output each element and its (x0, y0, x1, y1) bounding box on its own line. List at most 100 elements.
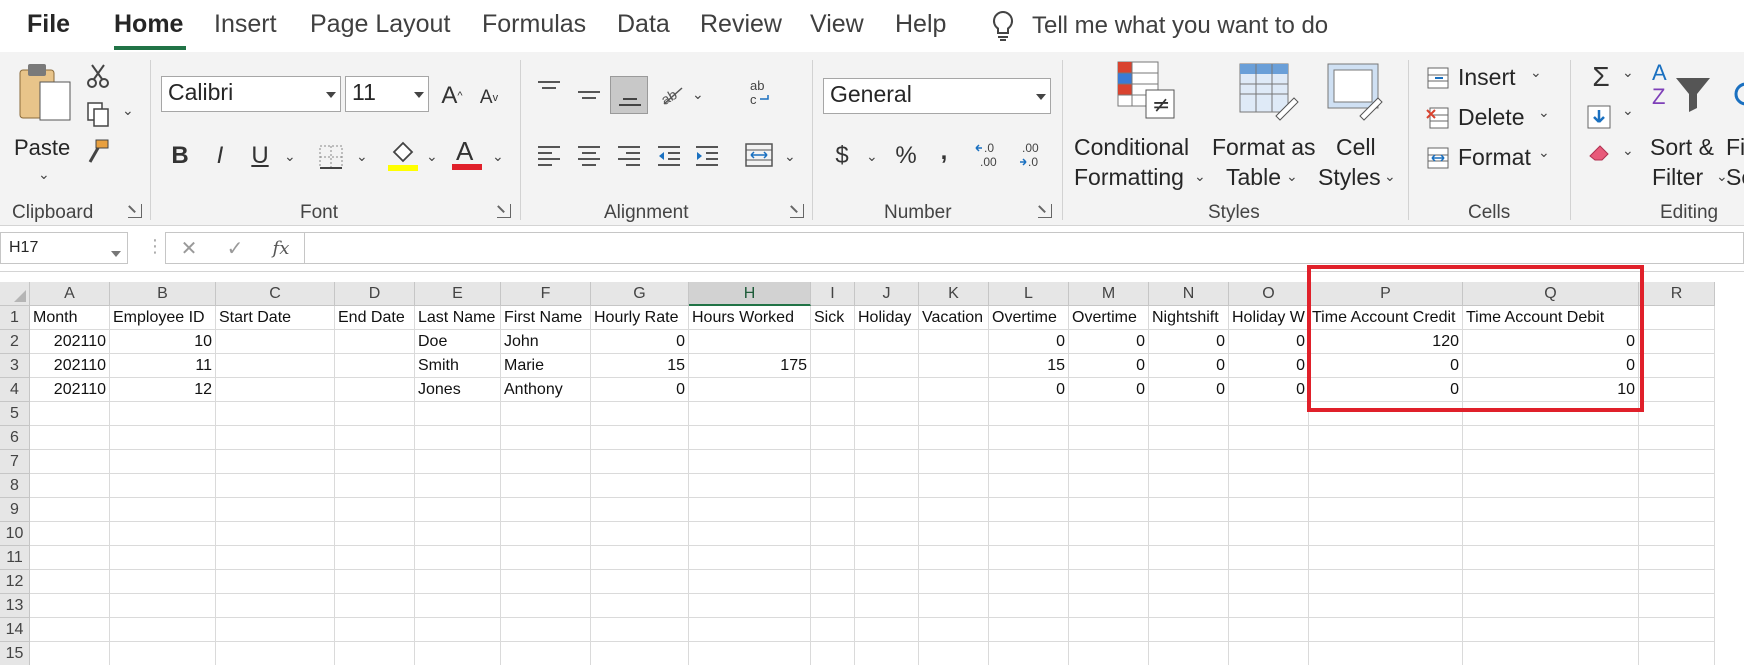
data-cell[interactable]: 202110 (30, 354, 110, 378)
merge-center-icon[interactable] (744, 142, 774, 168)
empty-cell[interactable] (1069, 450, 1149, 474)
empty-cell[interactable] (1149, 498, 1229, 522)
empty-cell[interactable] (1309, 594, 1463, 618)
empty-cell[interactable] (216, 426, 335, 450)
increase-indent-icon[interactable] (694, 144, 720, 168)
empty-cell[interactable] (855, 642, 919, 665)
format-painter-icon[interactable] (84, 138, 112, 166)
data-cell[interactable] (919, 378, 989, 402)
header-cell[interactable]: Holiday W (1229, 306, 1309, 330)
empty-cell[interactable] (30, 402, 110, 426)
empty-cell[interactable] (1463, 594, 1639, 618)
data-cell[interactable]: 10 (110, 330, 216, 354)
empty-cell[interactable] (1229, 498, 1309, 522)
header-cell[interactable]: Sick (811, 306, 855, 330)
empty-cell[interactable] (110, 498, 216, 522)
fill-color-dropdown-icon[interactable]: ⌄ (426, 148, 438, 165)
empty-cell[interactable] (335, 402, 415, 426)
format-as-table-button[interactable]: Format as Table ⌄ (1212, 60, 1316, 196)
empty-cell[interactable] (1309, 522, 1463, 546)
empty-cell[interactable] (110, 618, 216, 642)
data-cell[interactable]: 202110 (30, 330, 110, 354)
empty-cell[interactable] (591, 450, 689, 474)
column-header-r[interactable]: R (1639, 282, 1715, 306)
empty-cell[interactable] (689, 474, 811, 498)
data-cell[interactable] (689, 330, 811, 354)
empty-cell[interactable] (110, 594, 216, 618)
empty-cell[interactable] (591, 426, 689, 450)
empty-cell[interactable] (501, 402, 591, 426)
data-cell[interactable]: 0 (1149, 330, 1229, 354)
empty-cell[interactable] (335, 546, 415, 570)
empty-cell[interactable] (591, 570, 689, 594)
empty-cell[interactable] (216, 450, 335, 474)
empty-cell[interactable] (811, 498, 855, 522)
autosum-icon[interactable]: Σ (1588, 60, 1614, 94)
empty-cell[interactable] (919, 618, 989, 642)
data-cell[interactable]: 15 (591, 354, 689, 378)
empty-cell[interactable] (1149, 594, 1229, 618)
empty-cell[interactable] (1309, 570, 1463, 594)
empty-cell[interactable] (1639, 474, 1715, 498)
empty-cell[interactable] (1149, 426, 1229, 450)
find-select-button[interactable]: Fi Se (1720, 60, 1744, 196)
empty-cell[interactable] (855, 618, 919, 642)
header-cell[interactable]: Time Account Credit (1309, 306, 1463, 330)
empty-cell[interactable] (415, 474, 501, 498)
empty-cell[interactable] (30, 522, 110, 546)
empty-cell[interactable] (989, 642, 1069, 665)
empty-cell[interactable] (811, 426, 855, 450)
empty-cell[interactable] (335, 642, 415, 665)
header-cell[interactable]: End Date (335, 306, 415, 330)
empty-cell[interactable] (30, 642, 110, 665)
empty-cell[interactable] (591, 642, 689, 665)
data-cell[interactable] (811, 330, 855, 354)
empty-cell[interactable] (1639, 594, 1715, 618)
empty-cell[interactable] (415, 450, 501, 474)
empty-cell[interactable] (1069, 474, 1149, 498)
empty-cell[interactable] (216, 546, 335, 570)
data-cell[interactable] (335, 354, 415, 378)
empty-cell[interactable] (855, 546, 919, 570)
empty-cell[interactable] (216, 570, 335, 594)
row-header-14[interactable]: 14 (0, 618, 30, 642)
column-header-i[interactable]: I (811, 282, 855, 306)
empty-cell[interactable] (1463, 474, 1639, 498)
column-header-k[interactable]: K (919, 282, 989, 306)
empty-cell[interactable] (335, 426, 415, 450)
empty-cell[interactable] (415, 498, 501, 522)
empty-cell[interactable] (919, 570, 989, 594)
empty-cell[interactable] (30, 450, 110, 474)
data-cell[interactable]: 202110 (30, 378, 110, 402)
data-cell[interactable]: 0 (1309, 378, 1463, 402)
row-header-9[interactable]: 9 (0, 498, 30, 522)
header-cell[interactable]: Overtime (1069, 306, 1149, 330)
empty-cell[interactable] (110, 546, 216, 570)
empty-cell[interactable] (501, 618, 591, 642)
empty-cell[interactable] (501, 474, 591, 498)
empty-cell[interactable] (919, 450, 989, 474)
tab-help[interactable]: Help (895, 10, 946, 39)
data-cell[interactable]: Doe (415, 330, 501, 354)
alignment-launcher-icon[interactable] (790, 204, 804, 218)
empty-cell[interactable] (1069, 426, 1149, 450)
empty-cell[interactable] (1639, 618, 1715, 642)
column-header-b[interactable]: B (110, 282, 216, 306)
empty-cell[interactable] (1229, 426, 1309, 450)
empty-cell[interactable] (855, 426, 919, 450)
fill-icon[interactable] (1586, 104, 1612, 130)
empty-cell[interactable] (335, 618, 415, 642)
tab-home[interactable]: Home (114, 10, 183, 39)
column-header-o[interactable]: O (1229, 282, 1309, 306)
empty-cell[interactable] (1463, 402, 1639, 426)
header-cell[interactable]: Last Name (415, 306, 501, 330)
empty-cell[interactable] (689, 570, 811, 594)
empty-cell[interactable] (1069, 618, 1149, 642)
header-cell[interactable]: Nightshift (1149, 306, 1229, 330)
select-all-corner[interactable] (0, 282, 30, 306)
empty-cell[interactable] (855, 522, 919, 546)
empty-cell[interactable] (811, 546, 855, 570)
column-header-g[interactable]: G (591, 282, 689, 306)
data-cell[interactable]: Jones (415, 378, 501, 402)
empty-cell[interactable] (415, 570, 501, 594)
